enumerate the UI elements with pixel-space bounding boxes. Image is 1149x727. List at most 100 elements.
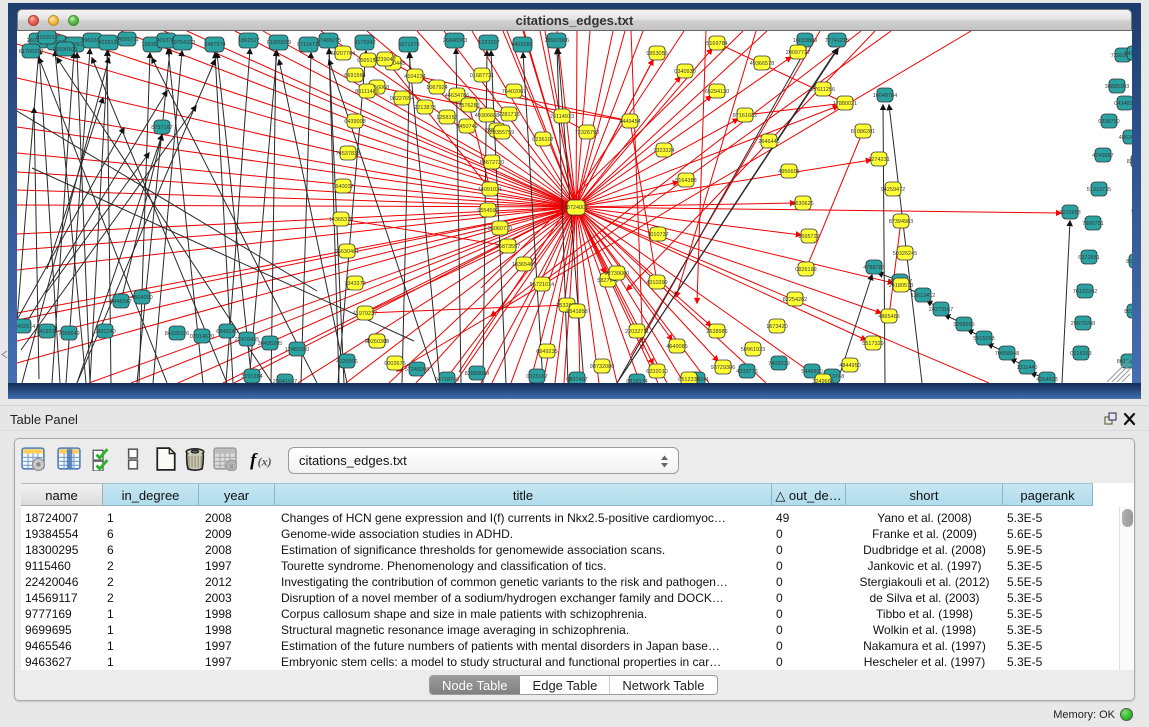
svg-text:(x): (x) bbox=[258, 455, 272, 469]
svg-text:6849340: 6849340 bbox=[216, 329, 237, 335]
svg-text:20097737: 20097737 bbox=[786, 50, 810, 56]
svg-text:7343373: 7343373 bbox=[344, 281, 365, 287]
svg-text:9170342: 9170342 bbox=[354, 40, 375, 46]
svg-text:50326245: 50326245 bbox=[893, 251, 917, 257]
svg-text:8058887: 8058887 bbox=[1126, 259, 1132, 265]
svg-text:8737167: 8737167 bbox=[151, 125, 172, 131]
svg-text:1695722: 1695722 bbox=[798, 234, 819, 240]
svg-text:94259472: 94259472 bbox=[881, 187, 905, 193]
svg-text:27611256: 27611256 bbox=[811, 87, 835, 93]
svg-text:65294130: 65294130 bbox=[705, 89, 729, 95]
svg-text:29975288: 29975288 bbox=[1071, 321, 1095, 327]
svg-text:81086201: 81086201 bbox=[851, 129, 875, 135]
svg-text:4126906: 4126906 bbox=[336, 359, 357, 365]
svg-text:1673420: 1673420 bbox=[766, 324, 787, 330]
svg-text:65630481: 65630481 bbox=[335, 249, 359, 255]
svg-text:26846563: 26846563 bbox=[443, 38, 467, 44]
svg-text:6450749: 6450749 bbox=[456, 124, 477, 130]
svg-text:13613412: 13613412 bbox=[911, 293, 935, 299]
svg-text:4104234: 4104234 bbox=[404, 74, 425, 80]
svg-text:2281718: 2281718 bbox=[498, 112, 519, 118]
svg-text:6439008: 6439008 bbox=[344, 119, 365, 125]
svg-text:24273167: 24273167 bbox=[929, 307, 953, 313]
svg-text:1311440: 1311440 bbox=[1016, 365, 1037, 371]
svg-text:77741215: 77741215 bbox=[825, 38, 849, 44]
svg-text:22032711: 22032711 bbox=[625, 329, 649, 335]
svg-text:6671276: 6671276 bbox=[398, 42, 419, 48]
svg-text:4449454: 4449454 bbox=[619, 119, 640, 125]
svg-text:0831240: 0831240 bbox=[94, 329, 115, 335]
svg-text:30435205: 30435205 bbox=[258, 341, 282, 347]
svg-text:02739000: 02739000 bbox=[605, 271, 629, 277]
svg-text:84335326: 84335326 bbox=[165, 331, 189, 337]
svg-text:5169784: 5169784 bbox=[706, 41, 727, 47]
svg-text:22470455: 22470455 bbox=[235, 337, 259, 343]
svg-text:0640037: 0640037 bbox=[332, 184, 353, 190]
svg-text:87161682: 87161682 bbox=[733, 113, 757, 119]
svg-text:79754323: 79754323 bbox=[171, 40, 195, 46]
svg-text:41979237: 41979237 bbox=[353, 311, 377, 317]
svg-text:7058649: 7058649 bbox=[58, 331, 79, 337]
svg-text:64672720: 64672720 bbox=[480, 160, 504, 166]
svg-text:4333776: 4333776 bbox=[736, 369, 757, 375]
svg-text:97465075: 97465075 bbox=[317, 38, 341, 44]
svg-text:24180578: 24180578 bbox=[889, 283, 913, 289]
svg-text:8414852: 8414852 bbox=[1124, 51, 1132, 57]
svg-text:0340930: 0340930 bbox=[674, 69, 695, 75]
svg-text:9554590: 9554590 bbox=[477, 208, 498, 214]
svg-text:8159013: 8159013 bbox=[36, 35, 57, 41]
svg-text:86111489: 86111489 bbox=[355, 89, 379, 95]
svg-text:57249208: 57249208 bbox=[405, 367, 429, 373]
svg-text:26114913: 26114913 bbox=[550, 114, 574, 120]
svg-text:7010737: 7010737 bbox=[647, 232, 668, 238]
svg-text:6630626: 6630626 bbox=[792, 201, 813, 207]
svg-text:98732000: 98732000 bbox=[590, 364, 614, 370]
svg-text:9953055: 9953055 bbox=[646, 51, 667, 57]
svg-text:08227654: 08227654 bbox=[390, 96, 414, 102]
svg-text:2638986: 2638986 bbox=[706, 329, 727, 335]
svg-text:6236107: 6236107 bbox=[532, 137, 553, 143]
svg-text:7323324: 7323324 bbox=[653, 148, 674, 154]
svg-text:48620579: 48620579 bbox=[1119, 135, 1132, 141]
svg-text:49366578: 49366578 bbox=[750, 61, 774, 67]
svg-text:36060710: 36060710 bbox=[488, 226, 512, 232]
svg-text:14365370: 14365370 bbox=[329, 217, 353, 223]
svg-text:7576283: 7576283 bbox=[458, 103, 479, 109]
svg-text:0239042: 0239042 bbox=[374, 57, 395, 63]
svg-text:01687731: 01687731 bbox=[470, 73, 494, 79]
svg-text:2213878: 2213878 bbox=[414, 105, 435, 111]
svg-text:6372651: 6372651 bbox=[1078, 255, 1099, 261]
svg-text:0018263: 0018263 bbox=[1070, 351, 1091, 357]
svg-text:87394983: 87394983 bbox=[889, 219, 913, 225]
svg-text:3274231: 3274231 bbox=[868, 157, 889, 163]
svg-text:3215958: 3215958 bbox=[1059, 210, 1080, 216]
svg-text:18365461: 18365461 bbox=[512, 262, 536, 268]
svg-text:0826199: 0826199 bbox=[795, 267, 816, 273]
svg-text:09260309: 09260309 bbox=[365, 339, 389, 345]
svg-text:1258153: 1258153 bbox=[436, 115, 457, 121]
svg-text:0434839: 0434839 bbox=[1114, 101, 1132, 107]
svg-text:70658948: 70658948 bbox=[995, 351, 1019, 357]
svg-text:21590109: 21590109 bbox=[53, 47, 77, 53]
svg-text:5515058: 5515058 bbox=[973, 336, 994, 342]
svg-text:72326793: 72326793 bbox=[575, 130, 599, 136]
svg-text:02014620: 02014620 bbox=[190, 334, 214, 340]
svg-text:3191284: 3191284 bbox=[241, 374, 262, 380]
svg-text:4865465: 4865465 bbox=[878, 314, 899, 320]
svg-text:18724007: 18724007 bbox=[564, 205, 588, 211]
svg-text:49306668: 49306668 bbox=[475, 113, 499, 119]
svg-text:0025167: 0025167 bbox=[526, 374, 547, 380]
svg-text:3448347: 3448347 bbox=[110, 299, 131, 305]
svg-text:6002675: 6002675 bbox=[384, 361, 405, 367]
svg-text:61760313: 61760313 bbox=[19, 49, 43, 55]
svg-text:6949235: 6949235 bbox=[536, 349, 557, 355]
svg-text:4743957: 4743957 bbox=[1092, 153, 1113, 159]
svg-text:93729306: 93729306 bbox=[711, 365, 735, 371]
svg-text:28907866: 28907866 bbox=[545, 38, 569, 44]
svg-text:60207764: 60207764 bbox=[331, 51, 355, 57]
svg-text:76122202: 76122202 bbox=[1073, 289, 1097, 295]
svg-text:4788783: 4788783 bbox=[863, 265, 884, 271]
svg-text:82889093: 82889093 bbox=[465, 371, 489, 377]
svg-text:9487574: 9487574 bbox=[204, 42, 225, 48]
svg-text:6338750: 6338750 bbox=[1098, 119, 1119, 125]
